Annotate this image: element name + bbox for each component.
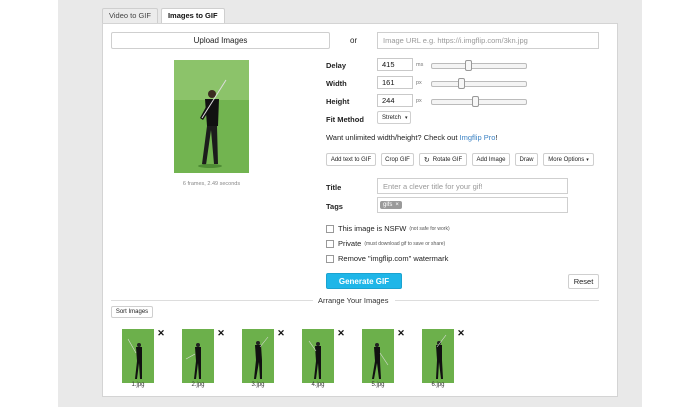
frame-thumbnail-1[interactable]	[122, 329, 154, 383]
remove-frame-6-icon[interactable]: ✕	[456, 328, 466, 338]
preview-caption: 6 frames, 2.49 seconds	[182, 181, 241, 187]
arrange-heading: Arrange Your Images	[318, 296, 389, 305]
delay-label: Delay	[326, 61, 347, 70]
private-option[interactable]: Private (must download gif to save or sha…	[326, 239, 445, 248]
tab-images-to-gif[interactable]: Images to GIF	[160, 8, 225, 24]
remove-frame-2-icon[interactable]: ✕	[216, 328, 226, 338]
frame-label: 3.jpg	[251, 382, 265, 388]
width-label: Width	[326, 79, 347, 88]
imgflip-pro-link[interactable]: Imgflip Pro	[460, 133, 496, 142]
width-slider[interactable]	[431, 78, 527, 89]
rotate-icon: ↻	[423, 156, 430, 164]
frame-label: 1.jpg	[131, 382, 145, 388]
frame-label: 5.jpg	[371, 382, 385, 388]
frame-thumbnail-3[interactable]	[242, 329, 274, 383]
remove-tag-icon[interactable]: ×	[395, 202, 399, 208]
gif-preview-image	[174, 60, 249, 173]
delay-slider-knob[interactable]	[465, 60, 472, 71]
chevron-down-icon: ▾	[586, 156, 589, 163]
chevron-down-icon: ▾	[405, 114, 408, 121]
draw-button[interactable]: Draw	[515, 153, 538, 166]
frame-label: 2.jpg	[191, 382, 205, 388]
frame-thumbnail-2[interactable]	[182, 329, 214, 383]
generate-gif-button[interactable]: Generate GIF	[326, 273, 402, 289]
height-slider-knob[interactable]	[472, 96, 479, 107]
crop-gif-button[interactable]: Crop GIF	[381, 153, 414, 166]
reset-button[interactable]: Reset	[568, 274, 599, 289]
fit-method-value: Stretch	[382, 114, 402, 121]
page-margin-left	[0, 0, 58, 407]
pro-promo: Want unlimited width/height? Check out I…	[326, 133, 498, 142]
frame-thumbnail-6[interactable]	[422, 329, 454, 383]
tag-chip: gifs ×	[380, 201, 402, 209]
tags-input[interactable]: gifs ×	[377, 197, 568, 213]
rotate-gif-button[interactable]: ↻ Rotate GIF	[419, 153, 467, 166]
frame-label: 6.jpg	[431, 382, 445, 388]
height-input[interactable]: 244	[377, 94, 413, 107]
frame-label: 4.jpg	[311, 382, 325, 388]
title-input[interactable]: Enter a clever title for your gif!	[377, 178, 568, 194]
mode-tabs: Video to GIF Images to GIF	[102, 8, 225, 24]
frame-thumbnail-5[interactable]	[362, 329, 394, 383]
tags-label: Tags	[326, 202, 343, 211]
width-input[interactable]: 161	[377, 76, 413, 89]
golfer-image	[174, 60, 249, 173]
remove-frame-5-icon[interactable]: ✕	[396, 328, 406, 338]
remove-watermark-option[interactable]: Remove "imgflip.com" watermark	[326, 254, 448, 263]
private-checkbox[interactable]	[326, 239, 334, 248]
height-unit: px	[416, 98, 422, 104]
nsfw-checkbox[interactable]	[326, 224, 334, 233]
tab-video-to-gif[interactable]: Video to GIF	[102, 8, 158, 23]
fit-method-select[interactable]: Stretch ▾	[377, 111, 411, 124]
width-slider-knob[interactable]	[458, 78, 465, 89]
sort-images-button[interactable]: Sort Images	[111, 306, 153, 318]
add-image-button[interactable]: Add Image	[472, 153, 510, 166]
add-text-button[interactable]: Add text to GIF	[326, 153, 376, 166]
height-slider[interactable]	[431, 96, 527, 107]
fit-method-label: Fit Method	[326, 115, 364, 124]
delay-slider[interactable]	[431, 60, 527, 71]
page-margin-right	[642, 0, 700, 407]
more-options-button[interactable]: More Options ▾	[543, 153, 594, 166]
arrange-divider-right	[395, 300, 599, 301]
title-label: Title	[326, 183, 342, 192]
width-unit: px	[416, 80, 422, 86]
image-url-input[interactable]: Image URL e.g. https://i.imgflip.com/3kn…	[377, 32, 599, 49]
delay-unit: ms	[416, 62, 424, 68]
remove-frame-1-icon[interactable]: ✕	[156, 328, 166, 338]
frame-thumbnail-4[interactable]	[302, 329, 334, 383]
remove-frame-4-icon[interactable]: ✕	[336, 328, 346, 338]
arrange-divider-left	[111, 300, 313, 301]
delay-input[interactable]: 415	[377, 58, 413, 71]
or-separator: or	[350, 36, 358, 45]
upload-images-button[interactable]: Upload Images	[111, 32, 330, 49]
remove-frame-3-icon[interactable]: ✕	[276, 328, 286, 338]
height-label: Height	[326, 97, 350, 106]
remove-watermark-checkbox[interactable]	[326, 254, 334, 263]
nsfw-option[interactable]: This image is NSFW (not safe for work)	[326, 224, 450, 233]
